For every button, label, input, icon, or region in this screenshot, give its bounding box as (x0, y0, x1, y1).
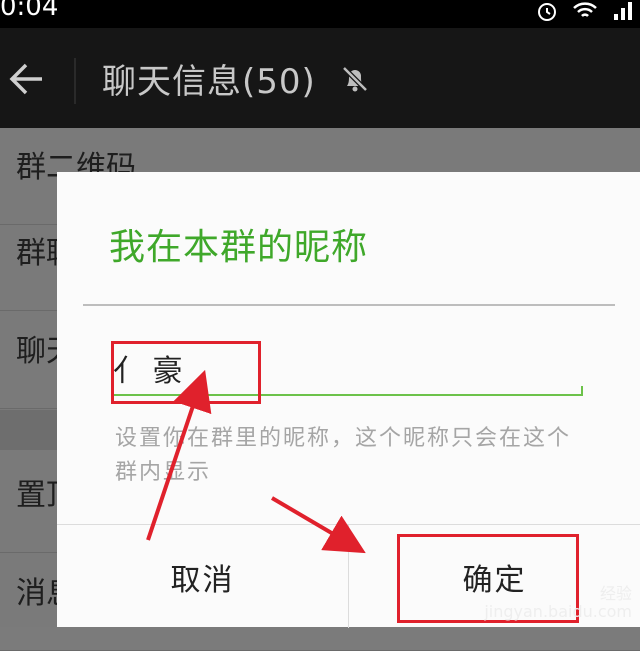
watermark: 经验 jingyan.baidu.com (484, 585, 632, 621)
annotation-arrows (146, 369, 366, 554)
watermark-line2: jingyan.baidu.com (484, 602, 632, 621)
arrow-to-confirm (270, 496, 366, 554)
arrow-to-input (146, 369, 212, 541)
watermark-line1: 经验 (599, 584, 632, 603)
